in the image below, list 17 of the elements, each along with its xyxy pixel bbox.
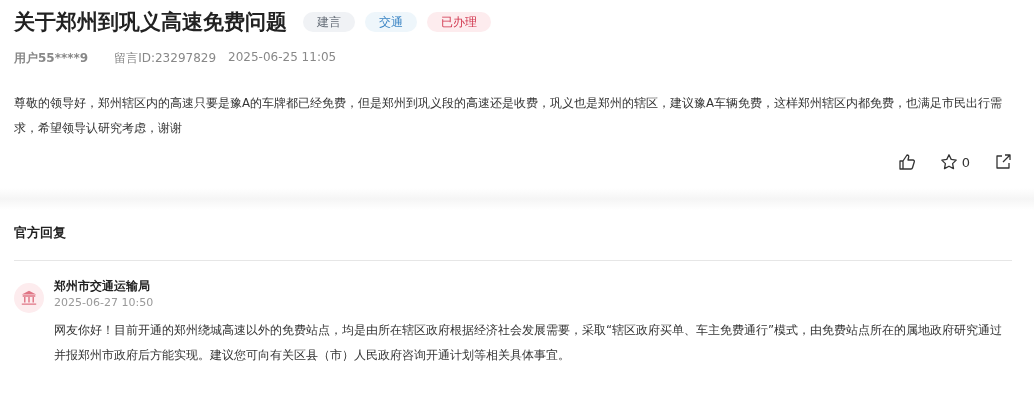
post-time: 2025-06-25 11:05 xyxy=(228,50,337,66)
reply-author: 郑州市交通运输局 xyxy=(54,278,151,295)
section-heading: 官方回复 xyxy=(14,224,1012,261)
category-tag: 交通 xyxy=(365,12,417,32)
favorite-count: 0 xyxy=(961,154,970,170)
reply-time: 2025-06-27 10:50 xyxy=(54,295,155,311)
user-name: 用户55****9 xyxy=(14,50,89,67)
star-icon[interactable] xyxy=(939,153,958,171)
reply-text: 网友你好！目前开通的郑州绕城高速以外的免费站点，均是由所在辖区政府根据经济社会发展需要，采取“辖区政府买单、车主免费通行”模式，由免费站点所在的属地政府研究通过并报郑州市政府后方能实现。建议您可向有关区县（市）人民政府咨询开通计划等相关具体事宜。 xyxy=(54,322,1004,364)
category-tag: 已办理 xyxy=(427,12,491,32)
category-tag: 建言 xyxy=(303,12,355,32)
page-title: 关于郑州到巩义高速免费问题 xyxy=(14,9,287,36)
thumbs-up-icon[interactable] xyxy=(897,153,916,171)
message-id: 留言ID:23297829 xyxy=(114,50,217,67)
government-building-icon xyxy=(14,283,44,313)
share-icon[interactable] xyxy=(994,153,1012,171)
message-content: 尊敬的领导好，郑州辖区内的高速只要是豫A的车牌都已经免费，但是郑州到巩义段的高速还是收费，巩义也是郑州的辖区，建议豫A车辆免费，这样郑州辖区内都免费，也满足市民出行需求，希望领导认研究考虑，谢谢 xyxy=(14,95,1004,137)
